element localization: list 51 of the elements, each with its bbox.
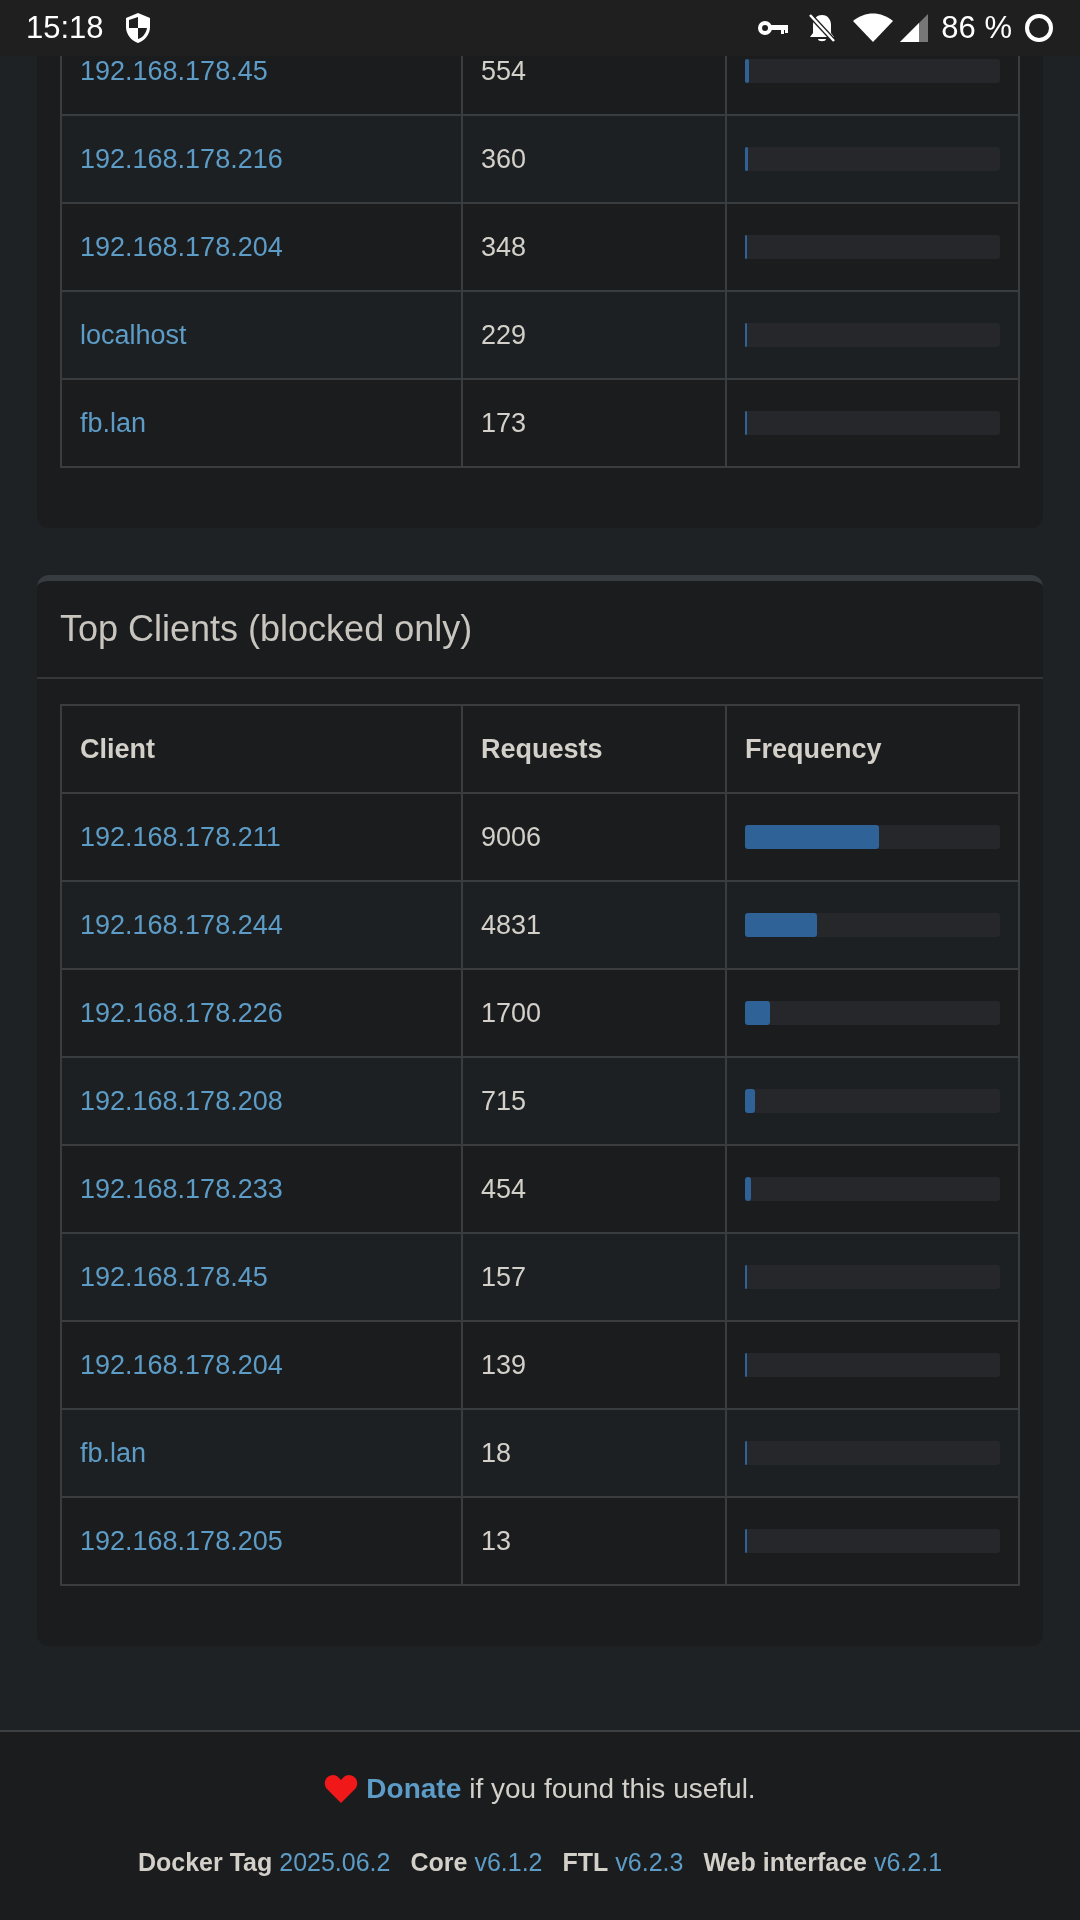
version-link[interactable]: v6.2.3: [615, 1844, 684, 1882]
donate-text: if you found this useful.: [469, 1772, 756, 1806]
version-label: Core: [410, 1847, 468, 1878]
request-count: 18: [481, 1436, 512, 1470]
request-count: 360: [481, 142, 527, 176]
version-label: Docker Tag: [137, 1847, 273, 1878]
client-link[interactable]: 192.168.178.233: [80, 1168, 283, 1210]
client-link[interactable]: 192.168.178.205: [80, 1520, 283, 1562]
client-link[interactable]: 192.168.178.208: [80, 1080, 283, 1122]
wifi-icon: [853, 12, 894, 44]
request-count: 157: [481, 1260, 527, 1294]
key-icon: [757, 19, 790, 37]
version-label: Web interface: [703, 1847, 867, 1878]
battery-ring-icon: [1024, 13, 1054, 43]
request-count: 173: [481, 406, 527, 440]
version-label: FTL: [562, 1847, 609, 1878]
request-count: 139: [481, 1348, 527, 1382]
muted-bell-icon: [807, 12, 838, 44]
client-link[interactable]: 192.168.178.204: [80, 1344, 283, 1386]
request-count: 454: [481, 1172, 527, 1206]
clock-text: 15:18: [26, 8, 104, 47]
request-count: 348: [481, 230, 527, 264]
client-link[interactable]: 192.168.178.45: [80, 56, 268, 92]
request-count: 229: [481, 318, 527, 352]
request-count: 1700: [481, 996, 542, 1030]
shield-icon: [123, 12, 152, 44]
client-link[interactable]: fb.lan: [80, 1432, 147, 1474]
heart-icon: [324, 1774, 359, 1804]
client-link[interactable]: 192.168.178.216: [80, 138, 283, 180]
column-header[interactable]: Requests: [481, 728, 603, 770]
client-link[interactable]: 192.168.178.226: [80, 992, 283, 1034]
client-link[interactable]: 192.168.178.244: [80, 904, 283, 946]
request-count: 13: [481, 1524, 512, 1558]
request-count: 715: [481, 1084, 527, 1118]
signal-icon: [899, 13, 930, 43]
request-count: 9006: [481, 820, 542, 854]
version-link[interactable]: v6.2.1: [873, 1844, 943, 1882]
client-link[interactable]: localhost: [80, 314, 187, 356]
client-link[interactable]: 192.168.178.204: [80, 226, 283, 268]
request-count: 4831: [481, 908, 542, 942]
donate-link[interactable]: Donate: [366, 1768, 462, 1810]
column-header[interactable]: Client: [80, 728, 155, 770]
request-count: 554: [481, 56, 527, 88]
battery-percent: 86 %: [941, 8, 1012, 47]
column-header[interactable]: Frequency: [745, 728, 882, 770]
client-link[interactable]: 192.168.178.211: [80, 816, 281, 858]
client-link[interactable]: fb.lan: [80, 402, 147, 444]
version-link[interactable]: 2025.06.2: [279, 1844, 391, 1882]
client-link[interactable]: 192.168.178.45: [80, 1256, 268, 1298]
version-link[interactable]: v6.1.2: [474, 1844, 543, 1882]
card-title: Top Clients (blocked only): [60, 607, 473, 651]
